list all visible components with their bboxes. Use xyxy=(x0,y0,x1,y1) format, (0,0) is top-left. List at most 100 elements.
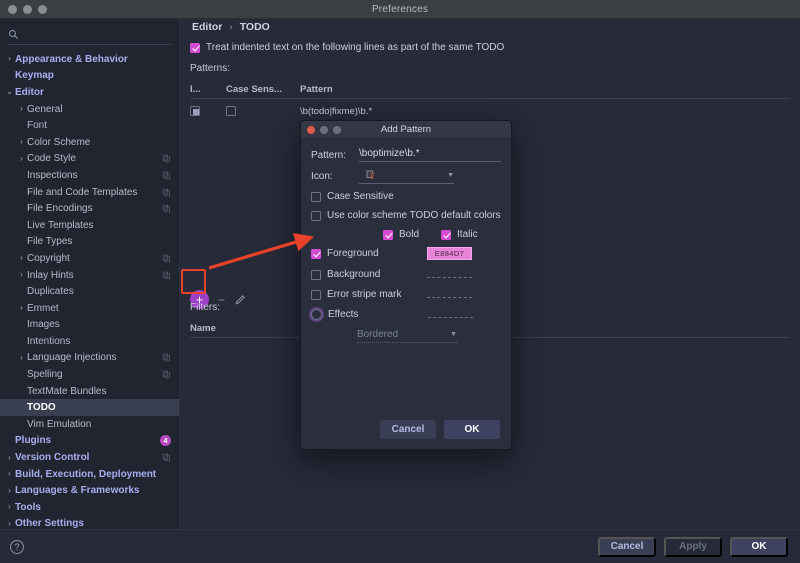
icon-select[interactable]: ▼ xyxy=(359,169,454,184)
sidebar-item-file-types[interactable]: File Types xyxy=(0,234,179,251)
indent-todo-checkbox[interactable] xyxy=(190,43,200,53)
filters-col-name[interactable]: Name xyxy=(190,323,304,334)
breadcrumb-current: TODO xyxy=(240,21,270,33)
case-sensitive-row[interactable]: Case Sensitive xyxy=(311,191,501,202)
pattern-input[interactable]: \boptimize\b.* xyxy=(359,148,501,162)
error-stripe-checkbox[interactable] xyxy=(311,290,321,300)
twisty-icon[interactable]: › xyxy=(4,55,15,63)
chevron-down-icon[interactable]: ▼ xyxy=(450,331,457,338)
effects-type-select[interactable]: Bordered ▼ xyxy=(357,329,457,343)
footer-button-bar: Cancel Apply OK xyxy=(598,537,800,557)
sidebar-item-label: Appearance & Behavior xyxy=(15,54,128,65)
effects-color-field[interactable] xyxy=(428,311,473,318)
sidebar-item-keymap[interactable]: Keymap xyxy=(0,68,179,85)
twisty-icon[interactable]: ⌄ xyxy=(4,88,15,96)
patterns-col-pattern[interactable]: Pattern xyxy=(300,84,333,95)
twisty-icon[interactable]: › xyxy=(4,454,15,462)
copy-icon xyxy=(162,154,171,163)
sidebar-item-editor[interactable]: ⌄Editor xyxy=(0,84,179,101)
twisty-icon[interactable]: › xyxy=(16,304,27,312)
sidebar-item-build-execution-deployment[interactable]: ›Build, Execution, Deployment xyxy=(0,466,179,483)
row-pattern-value: \b(todo|fixme)\b.* xyxy=(300,106,372,117)
sidebar-item-label: Images xyxy=(27,319,60,330)
sidebar-item-file-and-code-templates[interactable]: File and Code Templates xyxy=(0,184,179,201)
todo-icon xyxy=(365,169,377,181)
sidebar-item-appearance-behavior[interactable]: ›Appearance & Behavior xyxy=(0,51,179,68)
twisty-icon[interactable]: › xyxy=(16,105,27,113)
sidebar-item-code-style[interactable]: ›Code Style xyxy=(0,151,179,168)
edit-pattern-button[interactable] xyxy=(234,294,246,306)
table-row[interactable]: \b(todo|fixme)\b.* xyxy=(190,101,790,121)
sidebar-item-languages-frameworks[interactable]: ›Languages & Frameworks xyxy=(0,482,179,499)
twisty-icon[interactable]: › xyxy=(16,354,27,362)
default-colors-checkbox[interactable] xyxy=(311,211,321,221)
sidebar-item-images[interactable]: Images xyxy=(0,317,179,334)
effects-type-row: Bordered ▼ xyxy=(357,329,501,343)
sidebar-item-color-scheme[interactable]: ›Color Scheme xyxy=(0,134,179,151)
sidebar-item-duplicates[interactable]: Duplicates xyxy=(0,283,179,300)
sidebar-item-emmet[interactable]: ›Emmet xyxy=(0,300,179,317)
twisty-icon[interactable]: › xyxy=(16,155,27,163)
error-stripe-color-field[interactable] xyxy=(427,291,472,298)
background-checkbox[interactable] xyxy=(311,270,321,280)
background-color-field[interactable] xyxy=(427,271,472,278)
sidebar-item-font[interactable]: Font xyxy=(0,117,179,134)
foreground-checkbox[interactable] xyxy=(311,249,321,259)
settings-tree: ›Appearance & BehaviorKeymap⌄Editor›Gene… xyxy=(0,51,179,532)
sidebar-item-inspections[interactable]: Inspections xyxy=(0,167,179,184)
sidebar-item-label: Other Settings xyxy=(15,518,84,529)
dialog-cancel-button[interactable]: Cancel xyxy=(380,420,436,439)
sidebar-item-spelling[interactable]: Spelling xyxy=(0,366,179,383)
sidebar-item-label: Tools xyxy=(15,502,41,513)
sidebar-item-todo[interactable]: TODO xyxy=(0,399,179,416)
sidebar-item-intentions[interactable]: Intentions xyxy=(0,333,179,350)
help-button[interactable]: ? xyxy=(10,540,24,554)
case-sensitive-checkbox[interactable] xyxy=(311,192,321,202)
row-case-sensitive-checkbox[interactable] xyxy=(226,106,236,116)
foreground-color-swatch[interactable]: E884D7 xyxy=(427,247,472,260)
search-input[interactable] xyxy=(24,29,171,40)
bold-checkbox[interactable] xyxy=(383,230,393,240)
footer-cancel-button[interactable]: Cancel xyxy=(598,537,656,557)
dialog-title: Add Pattern xyxy=(301,124,511,135)
sidebar-item-vim-emulation[interactable]: Vim Emulation xyxy=(0,416,179,433)
patterns-col-case[interactable]: Case Sens... xyxy=(226,84,300,95)
sidebar-item-label: Editor xyxy=(15,87,44,98)
twisty-icon[interactable]: › xyxy=(4,487,15,495)
sidebar-item-label: TextMate Bundles xyxy=(27,386,107,397)
sidebar-item-live-templates[interactable]: Live Templates xyxy=(0,217,179,234)
footer-ok-button[interactable]: OK xyxy=(730,537,788,557)
sidebar-item-language-injections[interactable]: ›Language Injections xyxy=(0,350,179,367)
sidebar-item-version-control[interactable]: ›Version Control xyxy=(0,449,179,466)
breadcrumb-separator: › xyxy=(229,21,233,33)
effects-checkbox[interactable] xyxy=(311,309,322,320)
sidebar-item-inlay-hints[interactable]: ›Inlay Hints xyxy=(0,267,179,284)
patterns-label: Patterns: xyxy=(190,63,230,74)
indent-todo-label: Treat indented text on the following lin… xyxy=(206,42,504,53)
patterns-col-icon[interactable]: I... xyxy=(190,84,226,95)
sidebar-item-textmate-bundles[interactable]: TextMate Bundles xyxy=(0,383,179,400)
sidebar-item-label: Font xyxy=(27,120,47,131)
sidebar-item-copyright[interactable]: ›Copyright xyxy=(0,250,179,267)
twisty-icon[interactable]: › xyxy=(4,470,15,478)
dialog-ok-button[interactable]: OK xyxy=(444,420,500,439)
sidebar-item-tools[interactable]: ›Tools xyxy=(0,499,179,516)
row-icon-cell[interactable] xyxy=(190,106,200,116)
sidebar-search[interactable] xyxy=(8,25,171,45)
sidebar-item-general[interactable]: ›General xyxy=(0,101,179,118)
twisty-icon[interactable]: › xyxy=(4,503,15,511)
italic-checkbox[interactable] xyxy=(441,230,451,240)
twisty-icon[interactable]: › xyxy=(16,138,27,146)
indent-todo-checkbox-row[interactable]: Treat indented text on the following lin… xyxy=(190,42,504,53)
chevron-down-icon[interactable]: ▼ xyxy=(447,172,454,179)
twisty-icon[interactable]: › xyxy=(16,271,27,279)
default-colors-row[interactable]: Use color scheme TODO default colors xyxy=(311,210,501,221)
breadcrumb-parent[interactable]: Editor xyxy=(192,21,222,33)
twisty-icon[interactable]: › xyxy=(16,254,27,262)
sidebar-item-plugins[interactable]: Plugins4 xyxy=(0,433,179,450)
sidebar-item-file-encodings[interactable]: File Encodings xyxy=(0,200,179,217)
icon-field-row: Icon: ▼ xyxy=(311,169,501,184)
foreground-label: Foreground xyxy=(327,248,427,259)
twisty-icon[interactable]: › xyxy=(4,520,15,528)
sidebar-item-label: TODO xyxy=(27,402,56,413)
